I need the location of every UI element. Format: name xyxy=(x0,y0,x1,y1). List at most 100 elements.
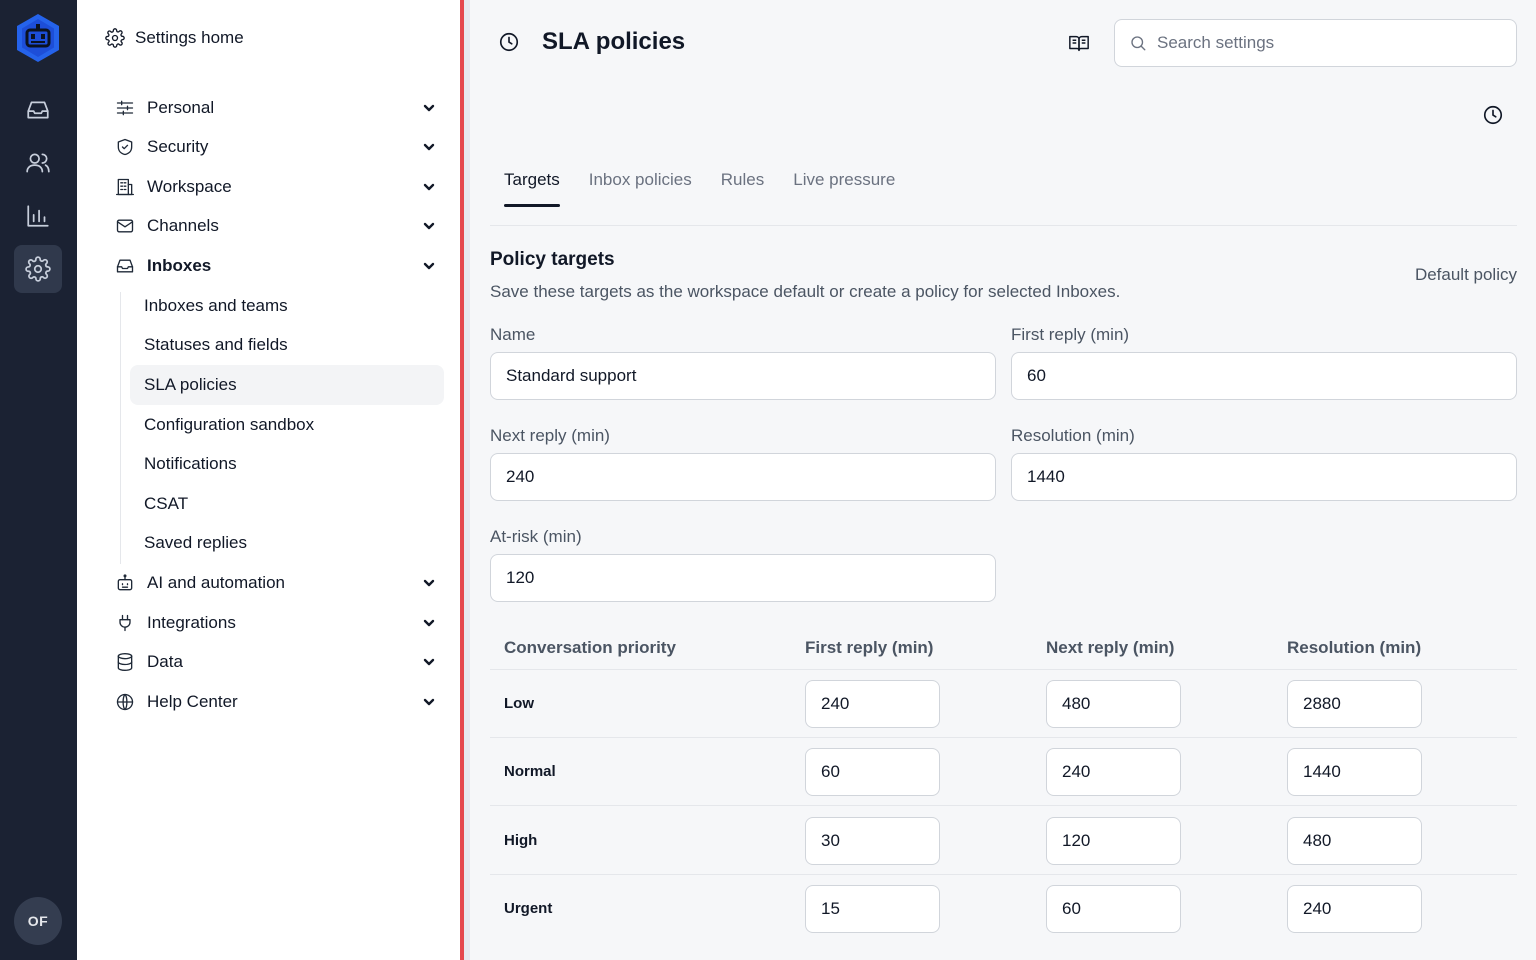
sidebar-item-channels[interactable]: Channels xyxy=(115,208,437,244)
next-reply-input[interactable] xyxy=(1046,680,1181,728)
docs-button[interactable] xyxy=(1068,32,1090,54)
table-row: Urgent xyxy=(490,875,1517,943)
first-reply-field[interactable] xyxy=(1011,352,1517,400)
rail-inbox-button[interactable] xyxy=(14,86,62,134)
table-row: High xyxy=(490,807,1517,875)
sidebar-item-label: Workspace xyxy=(147,177,232,196)
clock-icon xyxy=(499,32,519,52)
sidebar-sub-configuration-sandbox[interactable]: Configuration sandbox xyxy=(130,405,444,445)
sidebar-item-label: AI and automation xyxy=(147,573,285,592)
priority-label: Low xyxy=(504,695,534,712)
app-logo-icon[interactable] xyxy=(15,13,61,63)
clock-icon xyxy=(1483,105,1503,125)
resolution-input[interactable] xyxy=(1287,680,1422,728)
col-first-reply-header: First reply (min) xyxy=(805,638,934,657)
settings-home-link[interactable]: Settings home xyxy=(105,28,244,48)
user-avatar[interactable]: OF xyxy=(14,897,62,945)
tab-bar: Targets Inbox policies Rules Live pressu… xyxy=(504,170,895,207)
chevron-down-icon xyxy=(423,183,435,191)
first-reply-label: First reply (min) xyxy=(1011,325,1130,344)
chevron-down-icon xyxy=(423,222,435,230)
tab-divider xyxy=(490,225,1517,226)
first-reply-input[interactable] xyxy=(805,748,940,796)
tab-rules[interactable]: Rules xyxy=(721,170,764,207)
page-title: SLA policies xyxy=(542,28,686,55)
next-reply-field[interactable] xyxy=(490,453,996,501)
sidebar-sub-saved-replies[interactable]: Saved replies xyxy=(130,523,444,563)
col-next-reply-header: Next reply (min) xyxy=(1046,638,1175,657)
tab-inbox-policies[interactable]: Inbox policies xyxy=(589,170,692,207)
book-open-icon xyxy=(1069,35,1089,52)
settings-icon xyxy=(25,256,51,282)
priority-label: Urgent xyxy=(504,900,553,917)
name-field[interactable] xyxy=(490,352,996,400)
resolution-input[interactable] xyxy=(1287,885,1422,933)
sidebar-item-label: Channels xyxy=(147,216,219,235)
chart-icon xyxy=(27,205,49,227)
col-resolution-header: Resolution (min) xyxy=(1287,638,1422,657)
inbox-icon xyxy=(27,101,49,119)
resolution-label: Resolution (min) xyxy=(1011,426,1135,445)
next-reply-label: Next reply (min) xyxy=(490,426,610,445)
next-reply-input[interactable] xyxy=(1046,885,1181,933)
resolution-input[interactable] xyxy=(1287,748,1422,796)
sliders-icon xyxy=(116,100,134,116)
section-description: Save these targets as the workspace defa… xyxy=(490,282,1121,301)
chevron-down-icon xyxy=(423,579,435,587)
chevron-down-icon xyxy=(423,698,435,706)
policy-scope-label: Default policy xyxy=(1414,265,1517,284)
resolution-input[interactable] xyxy=(1287,817,1422,865)
sidebar-item-label: Data xyxy=(147,652,183,671)
building-icon xyxy=(116,178,134,196)
table-row: Normal xyxy=(490,738,1517,806)
sidebar-sub-notifications[interactable]: Notifications xyxy=(130,444,444,484)
rail-reports-button[interactable] xyxy=(14,192,62,240)
sidebar-item-help-center[interactable]: Help Center xyxy=(115,684,437,720)
sidebar-sub-statuses-and-fields[interactable]: Statuses and fields xyxy=(130,325,444,365)
sidebar-item-data[interactable]: Data xyxy=(115,644,437,680)
first-reply-input[interactable] xyxy=(805,885,940,933)
sidebar-item-security[interactable]: Security xyxy=(115,129,437,165)
sidebar-item-inboxes[interactable]: Inboxes xyxy=(115,248,437,284)
sidebar-sub-sla-policies[interactable]: SLA policies xyxy=(130,365,444,405)
sidebar-item-label: Inboxes xyxy=(147,256,212,275)
chevron-down-icon xyxy=(423,619,435,627)
at-risk-label: At-risk (min) xyxy=(490,527,582,546)
first-reply-input[interactable] xyxy=(805,680,940,728)
sidebar-item-label: Integrations xyxy=(147,613,236,632)
sidebar-item-integrations[interactable]: Integrations xyxy=(115,605,437,641)
tab-live-pressure[interactable]: Live pressure xyxy=(793,170,895,207)
plug-icon xyxy=(119,614,131,632)
chevron-down-icon xyxy=(423,143,435,151)
search-box[interactable] xyxy=(1114,19,1517,67)
next-reply-input[interactable] xyxy=(1046,748,1181,796)
sidebar-item-personal[interactable]: Personal xyxy=(115,90,437,126)
app-rail: OF xyxy=(0,0,77,960)
history-button[interactable] xyxy=(1482,104,1504,126)
users-icon xyxy=(26,153,50,173)
sidebar-item-workspace[interactable]: Workspace xyxy=(115,169,437,205)
sidebar-sub-csat[interactable]: CSAT xyxy=(130,484,444,524)
priority-label: High xyxy=(504,832,538,849)
first-reply-input[interactable] xyxy=(805,817,940,865)
search-input[interactable] xyxy=(1157,33,1497,53)
col-priority-header: Conversation priority xyxy=(504,638,676,657)
next-reply-input[interactable] xyxy=(1046,817,1181,865)
sidebar-item-label: Security xyxy=(147,137,209,156)
rail-contacts-button[interactable] xyxy=(14,139,62,187)
tab-targets[interactable]: Targets xyxy=(504,170,560,207)
gear-icon xyxy=(105,28,125,48)
section-title: Policy targets xyxy=(490,249,615,270)
rail-settings-button[interactable] xyxy=(14,245,62,293)
sidebar-item-ai-and-automation[interactable]: AI and automation xyxy=(115,565,437,601)
settings-home-label: Settings home xyxy=(135,28,244,47)
resolution-field[interactable] xyxy=(1011,453,1517,501)
priority-table-header: Conversation priority First reply (min) … xyxy=(490,626,1517,670)
page-header: SLA policies xyxy=(498,28,685,56)
sidebar-sub-inboxes-and-teams[interactable]: Inboxes and teams xyxy=(130,286,444,326)
chevron-down-icon xyxy=(423,658,435,666)
globe-icon xyxy=(116,693,134,711)
inbox-icon xyxy=(116,259,134,273)
at-risk-field[interactable] xyxy=(490,554,996,602)
submenu-guide-line xyxy=(120,292,121,564)
